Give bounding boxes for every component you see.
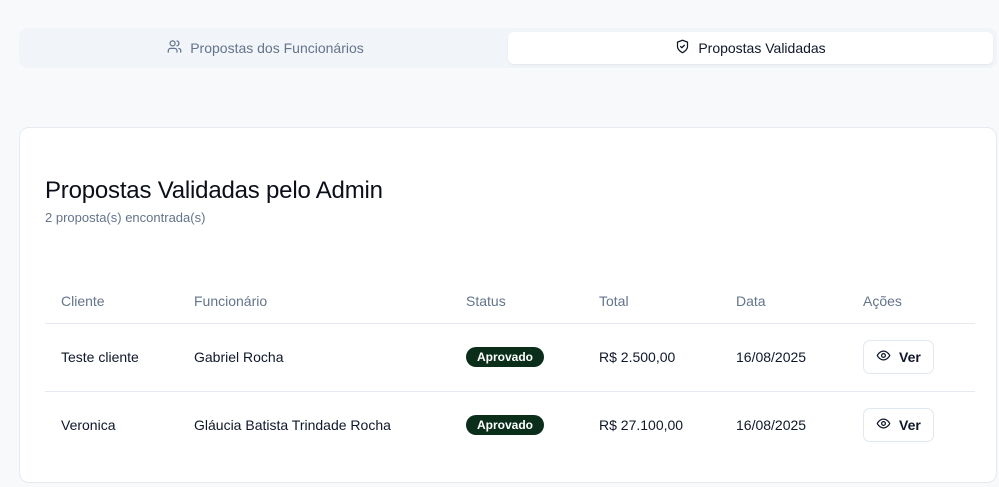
tab-propostas-validadas[interactable]: Propostas Validadas	[508, 32, 993, 64]
column-header-cliente: Cliente	[45, 279, 178, 324]
table-row: Veronica Gláucia Batista Trindade Rocha …	[45, 391, 975, 459]
cell-cliente: Veronica	[61, 417, 116, 434]
cell-cliente: Teste cliente	[45, 323, 178, 392]
column-header-funcionario: Funcionário	[178, 279, 450, 324]
view-button[interactable]: Ver	[863, 408, 934, 443]
view-button-label: Ver	[899, 417, 921, 434]
view-button-label: Ver	[899, 349, 921, 365]
card-title: Propostas Validadas pelo Admin	[45, 177, 383, 204]
tab-list: Propostas dos Funcionários Propostas Val…	[19, 28, 997, 68]
cell-acoes: Ver	[847, 323, 975, 392]
cell-data: 16/08/2025	[720, 323, 847, 392]
status-badge: Aprovado	[466, 347, 545, 367]
cell-status: Aprovado	[450, 391, 583, 459]
users-icon	[167, 39, 182, 57]
cell-funcionario: Gláucia Batista Trindade Rocha	[194, 417, 391, 434]
proposals-table: Cliente Funcionário Status Total Data Aç…	[45, 279, 975, 459]
tab-propostas-funcionarios[interactable]: Propostas dos Funcionários	[23, 32, 508, 64]
cell-data: 16/08/2025	[736, 417, 807, 434]
tab-label: Propostas Validadas	[698, 40, 826, 56]
cell-acoes: Ver	[847, 391, 975, 459]
cell-funcionario: Gabriel Rocha	[178, 323, 450, 392]
eye-icon	[876, 348, 891, 366]
table-row: Teste cliente Gabriel Rocha Aprovado R$ …	[45, 323, 975, 392]
card-subtitle: 2 proposta(s) encontrada(s)	[45, 210, 206, 225]
table-header-row: Cliente Funcionário Status Total Data Aç…	[45, 279, 975, 324]
column-header-data: Data	[720, 279, 847, 324]
status-badge: Aprovado	[466, 415, 545, 436]
eye-icon	[876, 416, 891, 434]
column-header-total: Total	[583, 279, 720, 324]
shield-check-icon	[675, 39, 690, 57]
tab-label: Propostas dos Funcionários	[190, 40, 364, 56]
column-header-status: Status	[450, 279, 583, 324]
cell-total: R$ 27.100,00	[599, 417, 684, 434]
cell-total: R$ 2.500,00	[583, 323, 720, 392]
view-button[interactable]: Ver	[863, 340, 934, 374]
cell-status: Aprovado	[450, 323, 583, 392]
validated-proposals-card: Propostas Validadas pelo Admin 2 propost…	[19, 127, 997, 483]
column-header-acoes: Ações	[847, 279, 975, 324]
